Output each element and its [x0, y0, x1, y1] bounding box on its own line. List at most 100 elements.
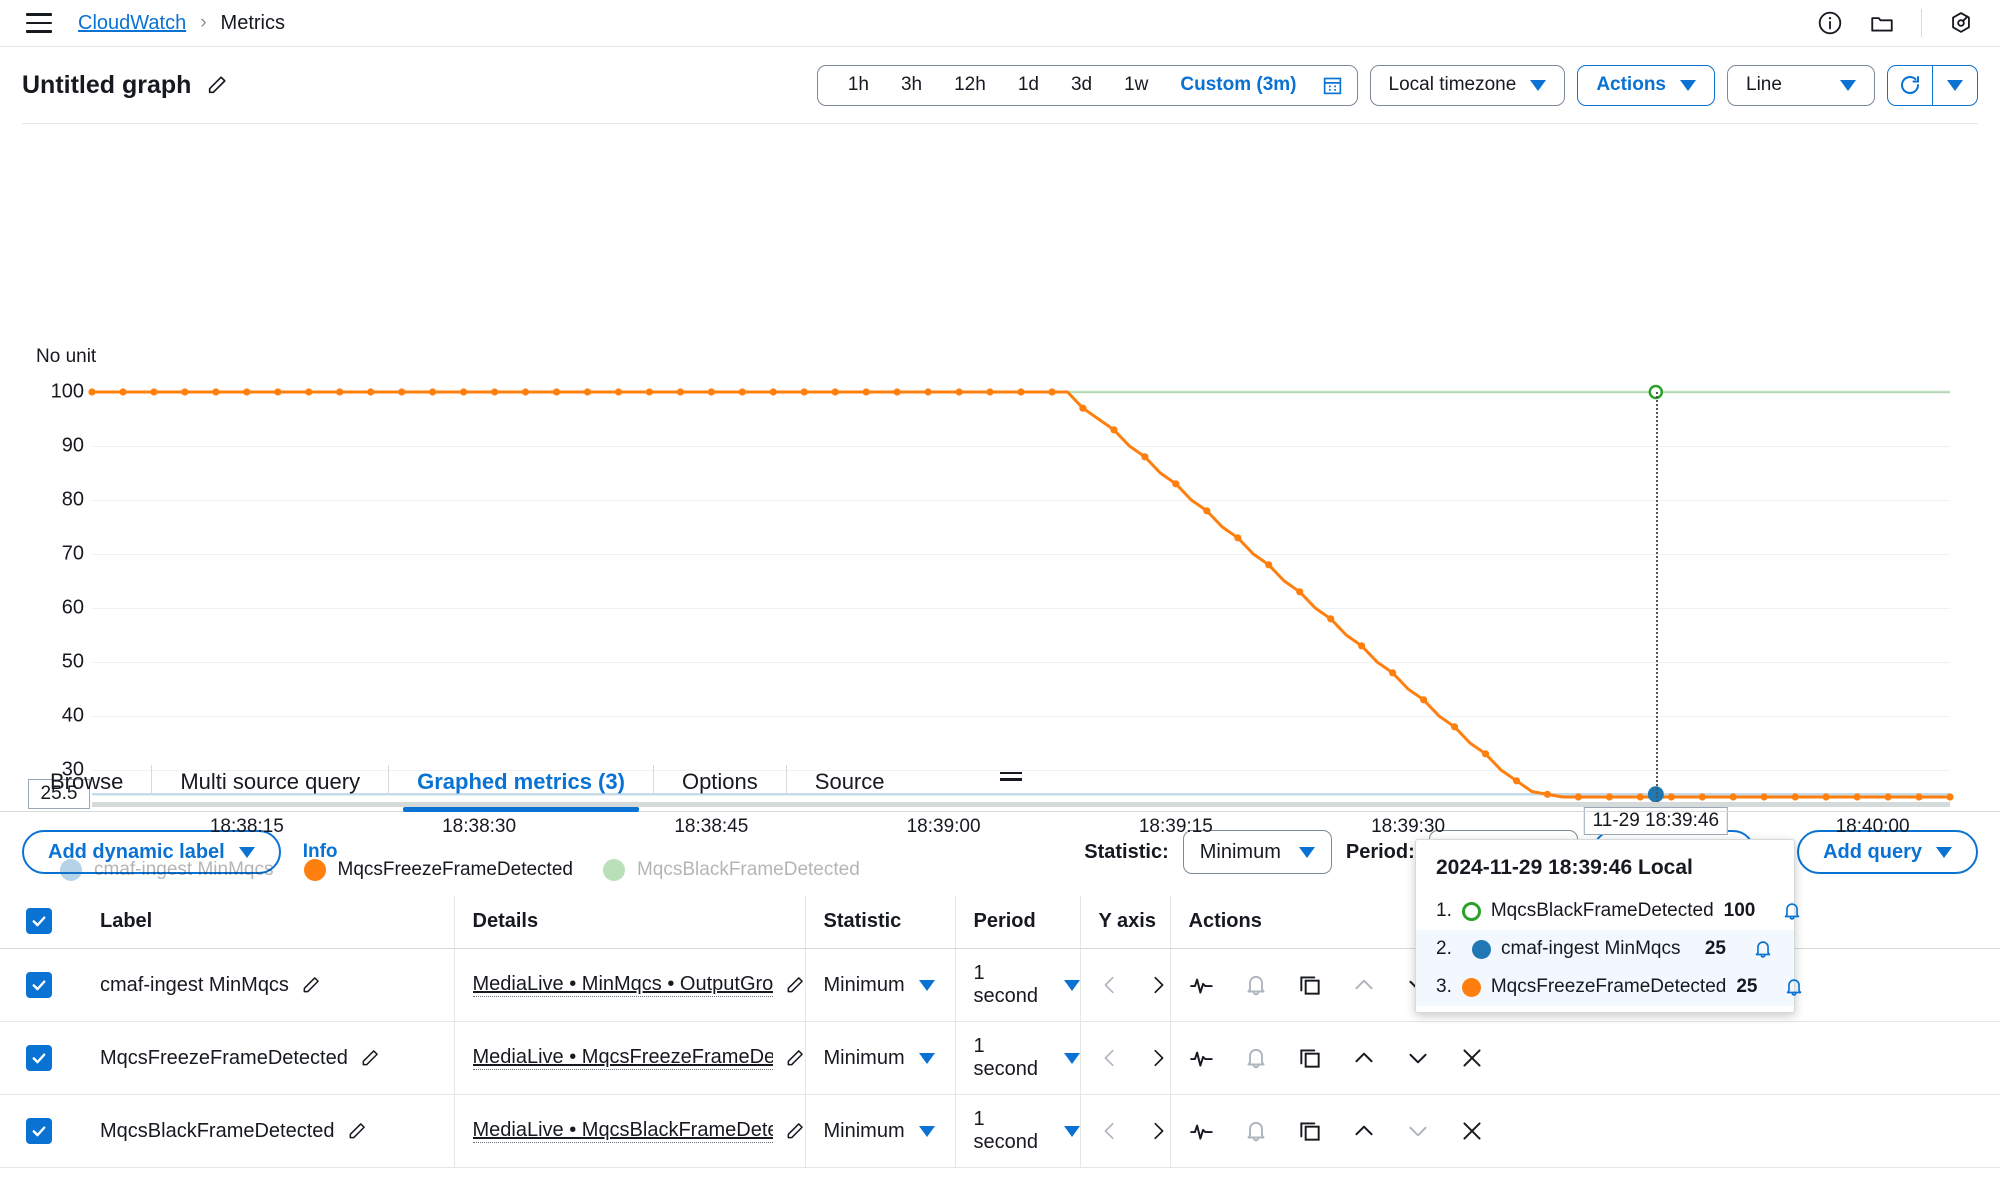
row-checkbox[interactable]: [26, 972, 52, 998]
bell-icon[interactable]: [1781, 900, 1803, 922]
tab-browse[interactable]: Browse: [22, 769, 151, 811]
metric-details-link[interactable]: MediaLive • MqcsFreezeFrameDetected •: [472, 1046, 773, 1070]
move-down-icon[interactable]: [1405, 1118, 1431, 1144]
pencil-icon[interactable]: [785, 1121, 805, 1141]
pencil-icon[interactable]: [785, 975, 805, 995]
info-circle-icon[interactable]: [1817, 10, 1843, 36]
range-custom[interactable]: Custom (3m): [1164, 74, 1312, 96]
chart-cursor-line: [1655, 392, 1658, 802]
row-statistic-select[interactable]: Minimum: [824, 974, 955, 997]
chevron-down-icon: [1063, 1125, 1080, 1137]
tooltip-title: 2024-11-29 18:39:46 Local: [1436, 856, 1693, 879]
y-axis-left-icon[interactable]: [1099, 974, 1121, 996]
actions-button[interactable]: Actions: [1577, 64, 1715, 106]
pencil-icon[interactable]: [347, 1121, 367, 1141]
y-tick-70: 70: [61, 542, 84, 565]
calendar-icon[interactable]: [1322, 75, 1343, 96]
anomaly-detection-icon[interactable]: [1189, 972, 1215, 998]
legend-item-mqcsblackframedetected[interactable]: MqcsBlackFrameDetected: [602, 859, 860, 881]
check-icon: [32, 1053, 46, 1064]
row-statistic-select[interactable]: Minimum: [824, 1047, 955, 1070]
x-tick-label: 18:40:00: [1835, 816, 1910, 837]
x-tick-label: 18:38:30: [442, 816, 517, 837]
move-up-icon[interactable]: [1351, 1045, 1377, 1071]
range-3d[interactable]: 3d: [1055, 74, 1108, 96]
bell-icon[interactable]: [1752, 938, 1774, 960]
refresh-options-button[interactable]: [1933, 66, 1977, 105]
pencil-icon[interactable]: [206, 74, 228, 96]
tab-multi-source-query[interactable]: Multi source query: [152, 769, 388, 811]
tab-graphed-metrics[interactable]: Graphed metrics (3): [389, 769, 653, 812]
hamburger-menu-icon[interactable]: [26, 13, 52, 33]
metric-details-link[interactable]: MediaLive • MqcsBlackFrameDetected • C: [472, 1119, 773, 1143]
timezone-selector[interactable]: Local timezone: [1369, 64, 1566, 106]
row-color-cell: [52, 1021, 100, 1095]
row-period-cell: 1 second: [954, 1021, 1080, 1095]
range-3h[interactable]: 3h: [885, 74, 938, 96]
tooltip-row[interactable]: 2. cmaf-ingest MinMqcs 25: [1416, 930, 1794, 968]
pencil-icon[interactable]: [785, 1048, 805, 1068]
anomaly-detection-icon[interactable]: [1189, 1118, 1215, 1144]
bell-icon[interactable]: [1783, 976, 1805, 998]
anomaly-detection-icon[interactable]: [1189, 1045, 1215, 1071]
y-axis-left-icon[interactable]: [1099, 1047, 1121, 1069]
remove-icon[interactable]: [1459, 1118, 1485, 1144]
breadcrumb-cloudwatch[interactable]: CloudWatch: [78, 12, 186, 35]
row-statistic-value: Minimum: [823, 1119, 905, 1142]
range-12h[interactable]: 12h: [938, 74, 1002, 96]
resize-grip-icon[interactable]: [1000, 771, 1022, 781]
check-icon: [32, 980, 46, 991]
top-bar-actions: [1817, 9, 1974, 37]
duplicate-icon[interactable]: [1297, 1118, 1323, 1144]
chevron-down-icon: [918, 979, 935, 991]
tab-bar: Browse Multi source query Graphed metric…: [0, 750, 2000, 812]
legend-item-mqcsfreezeframedetected[interactable]: MqcsFreezeFrameDetected: [303, 859, 573, 881]
tooltip-row[interactable]: 3. MqcsFreezeFrameDetected 25: [1416, 968, 1802, 1006]
row-checkbox[interactable]: [26, 1118, 52, 1144]
row-period-select[interactable]: 1 second: [974, 1035, 1080, 1081]
page-title: Untitled graph: [22, 70, 192, 99]
alarm-bell-icon[interactable]: [1243, 972, 1269, 998]
series-label: MqcsBlackFrameDetected: [100, 1119, 335, 1142]
x-tick-label: 18:39:30: [1371, 816, 1446, 837]
legend-label: MqcsBlackFrameDetected: [636, 859, 860, 880]
tooltip-row[interactable]: 1. MqcsBlackFrameDetected 100: [1416, 892, 1800, 930]
legend-swatch: [602, 859, 625, 881]
row-period-select[interactable]: 1 second: [974, 1108, 1080, 1154]
y-axis-left-icon[interactable]: [1099, 1120, 1121, 1142]
range-1d[interactable]: 1d: [1002, 74, 1055, 96]
chart-plot-area[interactable]: [88, 384, 1954, 803]
y-tick-40: 40: [61, 704, 84, 727]
alarm-bell-icon[interactable]: [1243, 1045, 1269, 1071]
alarm-bell-icon[interactable]: [1243, 1118, 1269, 1144]
refresh-button[interactable]: [1888, 66, 1932, 105]
duplicate-icon[interactable]: [1297, 972, 1323, 998]
metric-details-link[interactable]: MediaLive • MinMqcs • OutputGroupNam: [472, 973, 773, 997]
table-row: MqcsFreezeFrameDetected MediaLive • MqcsF…: [0, 1021, 2000, 1095]
row-statistic-select[interactable]: Minimum: [824, 1120, 955, 1143]
tab-options[interactable]: Options: [654, 769, 786, 811]
move-up-icon[interactable]: [1351, 972, 1377, 998]
y-axis-right-icon[interactable]: [1147, 974, 1169, 996]
range-1w[interactable]: 1w: [1108, 74, 1164, 96]
range-1h[interactable]: 1h: [832, 74, 885, 96]
hexagon-settings-icon[interactable]: [1948, 10, 1974, 36]
chevron-down-icon: [1840, 79, 1856, 91]
duplicate-icon[interactable]: [1297, 1045, 1323, 1071]
pencil-icon[interactable]: [360, 1048, 380, 1068]
move-up-icon[interactable]: [1351, 1118, 1377, 1144]
chart-type-selector[interactable]: Line: [1727, 64, 1875, 106]
tab-source[interactable]: Source: [787, 769, 913, 811]
y-axis-right-icon[interactable]: [1147, 1047, 1169, 1069]
pencil-icon[interactable]: [301, 975, 321, 995]
y-axis-right-icon[interactable]: [1147, 1120, 1169, 1142]
folder-icon[interactable]: [1869, 10, 1895, 36]
row-checkbox[interactable]: [26, 1045, 52, 1071]
remove-icon[interactable]: [1459, 1045, 1485, 1071]
move-down-icon[interactable]: [1405, 1045, 1431, 1071]
select-all-checkbox[interactable]: [26, 908, 52, 934]
legend-item-cmaf-ingest-minmqcs[interactable]: cmaf-ingest MinMqcs: [60, 859, 274, 881]
row-statistic-value: Minimum: [823, 973, 905, 996]
row-period-cell: 1 second: [954, 1094, 1080, 1168]
row-period-select[interactable]: 1 second: [974, 962, 1080, 1008]
